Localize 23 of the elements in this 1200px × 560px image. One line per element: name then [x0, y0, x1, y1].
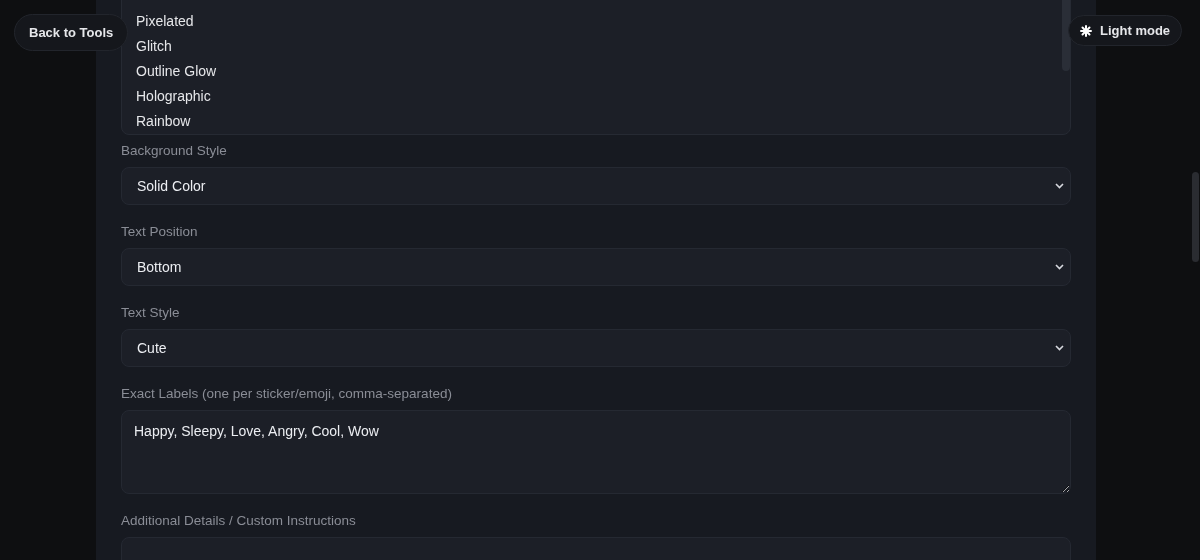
field-label: Text Position [121, 224, 199, 239]
field-label: Background Style [121, 143, 228, 158]
back-button[interactable]: Back to Tools [14, 14, 129, 51]
list-option[interactable]: Holographic [136, 84, 1056, 109]
sun-icon [1080, 24, 1092, 37]
chevron-down-icon [1055, 183, 1064, 189]
select-field[interactable]: Solid Color [121, 167, 1071, 205]
effect-list[interactable]: Pixelated Glitch Outline Glow Holographic Rainbow [121, 0, 1071, 135]
chevron-down-icon [1055, 264, 1064, 270]
labels-textarea[interactable]: Happy, Sleepy, Love, Angry, Cool, Wow [121, 410, 1071, 494]
chevron-down-icon [1055, 345, 1064, 351]
field-label: Additional Details / Custom Instructions [121, 513, 357, 528]
scrollbar-thumb[interactable] [1192, 172, 1199, 262]
scrollbar-thumb[interactable] [1062, 0, 1070, 71]
select-field[interactable]: Cute [121, 329, 1071, 367]
list-option[interactable]: Outline Glow [136, 59, 1056, 84]
field-label: Exact Labels (one per sticker/emoji, comma-separated) [121, 386, 453, 401]
list-option[interactable]: Glitch [136, 34, 1056, 59]
list-option[interactable]: Pixelated [136, 9, 1056, 34]
select-field[interactable]: Bottom [121, 248, 1071, 286]
theme-toggle-button[interactable]: Light mode [1068, 15, 1183, 46]
field-label: Text Style [121, 305, 181, 320]
list-option[interactable]: Rainbow [136, 109, 1056, 134]
